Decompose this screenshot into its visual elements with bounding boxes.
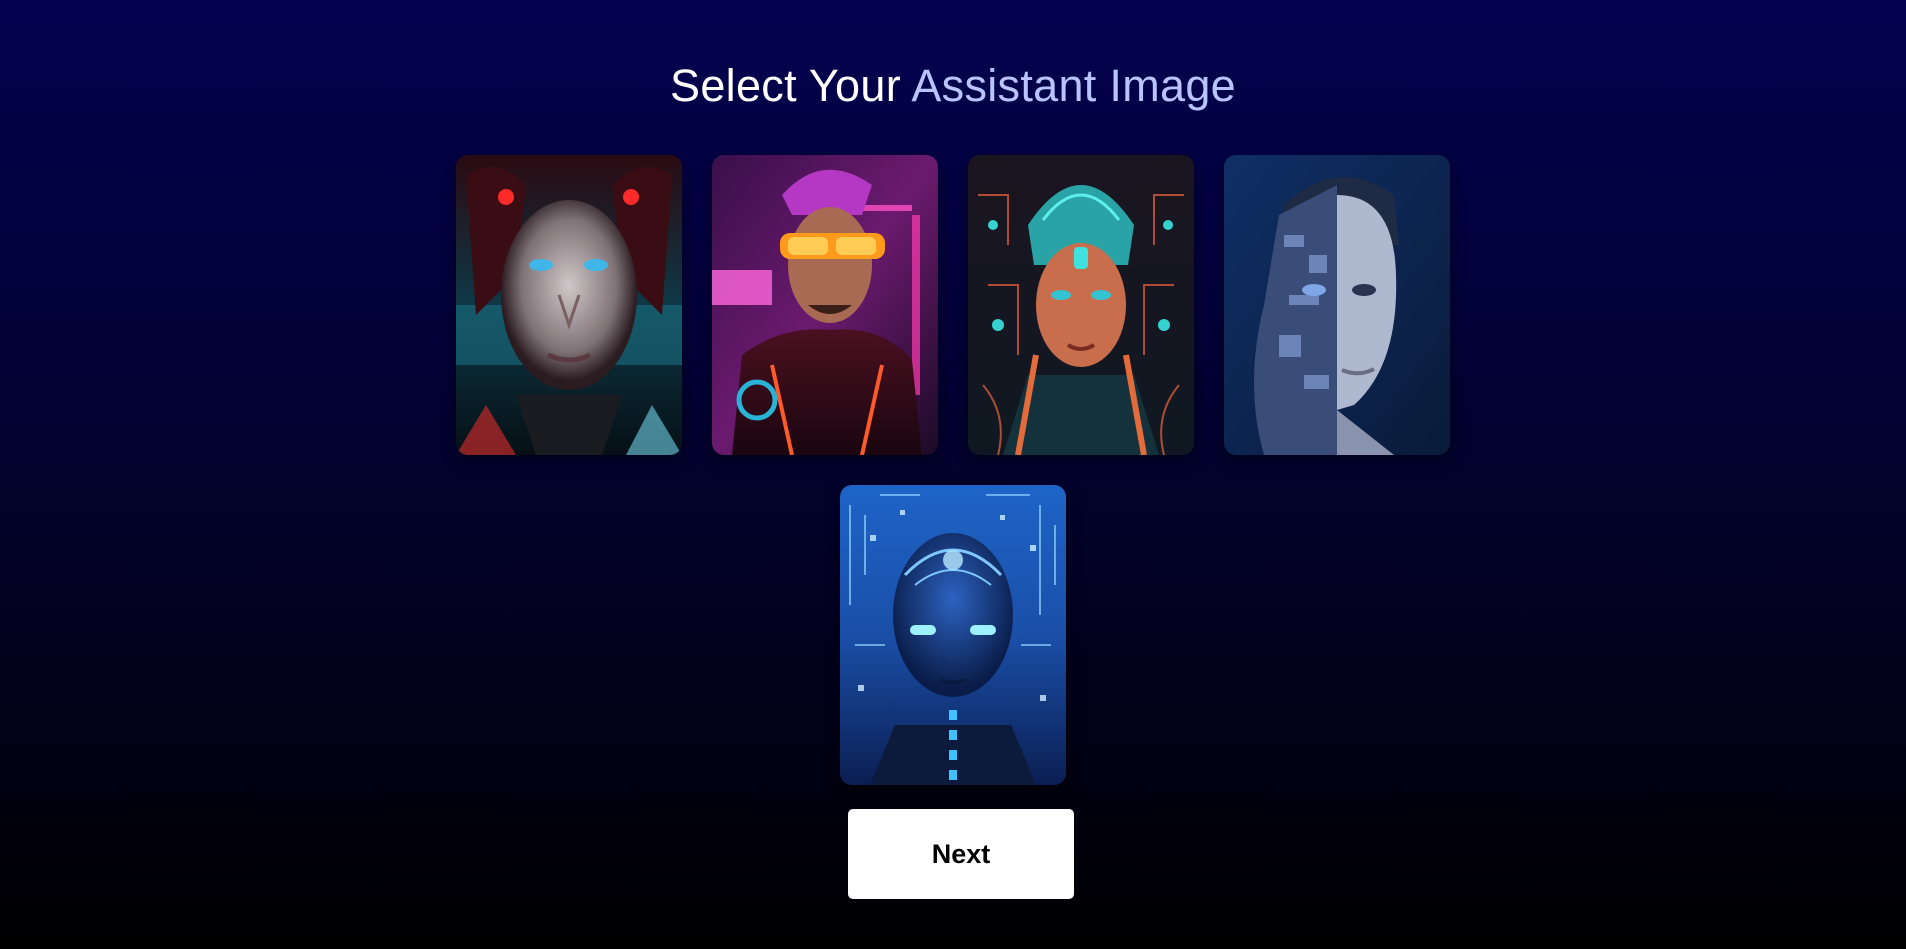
next-button[interactable]: Next (848, 809, 1074, 899)
page-title: Select Your Assistant Image (0, 60, 1906, 112)
image-grid-row-1 (0, 155, 1906, 455)
assistant-image-card-2[interactable] (712, 155, 938, 455)
assistant-image-card-4[interactable] (1224, 155, 1450, 455)
circuit-woman-portrait-icon (968, 155, 1194, 455)
assistant-image-card-3[interactable] (968, 155, 1194, 455)
assistant-image-card-5[interactable] (840, 485, 1066, 785)
cyborg-woman-portrait-icon (456, 155, 682, 455)
half-robot-man-portrait-icon (1224, 155, 1450, 455)
title-prefix: Select Your (670, 60, 912, 111)
cyberpunk-man-portrait-icon (712, 155, 938, 455)
assistant-image-card-1[interactable] (456, 155, 682, 455)
image-grid-row-2 (0, 485, 1906, 785)
title-accent: Assistant Image (911, 60, 1236, 111)
blue-circuit-robot-portrait-icon (840, 485, 1066, 785)
